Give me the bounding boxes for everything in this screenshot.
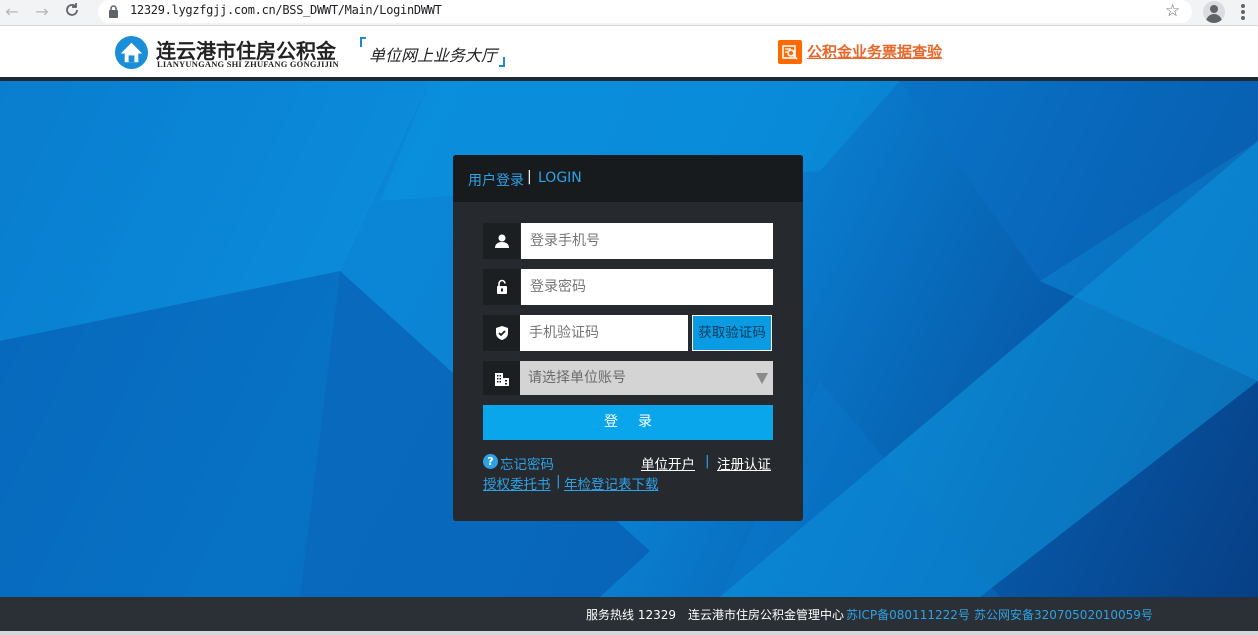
avatar-icon[interactable] bbox=[1203, 1, 1225, 23]
shield-check-icon bbox=[483, 315, 520, 351]
public-security-record-link[interactable]: 苏公网安备32070502010059号 bbox=[974, 606, 1153, 623]
building-icon bbox=[483, 361, 520, 395]
unit-select-value: 请选择单位账号 bbox=[528, 370, 626, 386]
center-name: 连云港市住房公积金管理中心 bbox=[688, 608, 845, 622]
password-input[interactable] bbox=[521, 269, 773, 305]
unlock-icon bbox=[483, 269, 520, 305]
links-separator: | bbox=[705, 453, 710, 469]
login-title-en: LOGIN bbox=[538, 170, 582, 186]
unit-account-select[interactable]: 请选择单位账号 bbox=[520, 361, 773, 395]
help-question-icon: ? bbox=[483, 454, 498, 469]
url-text[interactable]: 12329.lygzfgjj.com.cn/BSS_DWWT/Main/Logi… bbox=[130, 3, 442, 17]
site-footer: 服务热线 12329 连云港市住房公积金管理中心 苏ICP备080111222号… bbox=[0, 597, 1258, 631]
authorization-letter-link[interactable]: 授权委托书 bbox=[483, 473, 551, 493]
bracket-left-decoration bbox=[360, 37, 366, 47]
download-links-row: 授权委托书 | 年检登记表下载 bbox=[483, 472, 773, 493]
login-button-label: 登录 bbox=[604, 414, 672, 430]
bracket-right-decoration bbox=[499, 57, 505, 67]
browser-toolbar: ← → 12329.lygzfgjj.com.cn/BSS_DWWT/Main/… bbox=[0, 0, 1258, 26]
phone-input[interactable] bbox=[521, 223, 773, 259]
star-icon[interactable]: ☆ bbox=[1165, 1, 1180, 21]
lock-icon bbox=[109, 5, 118, 18]
open-account-link[interactable]: 单位开户 bbox=[641, 453, 695, 473]
annual-inspection-download-link[interactable]: 年检登记表下载 bbox=[564, 473, 659, 493]
forward-arrow-icon[interactable]: → bbox=[32, 2, 52, 22]
menu-dots-icon[interactable] bbox=[1236, 3, 1250, 21]
account-links-row: ? 忘记密码 单位开户 | 注册认证 bbox=[483, 452, 773, 473]
login-panel-header: 用户登录 | LOGIN bbox=[453, 155, 803, 202]
title-separator: | bbox=[527, 169, 532, 185]
forgot-password-link[interactable]: 忘记密码 bbox=[500, 453, 554, 473]
sms-code-field: 获取验证码 bbox=[483, 315, 773, 351]
bottom-strip bbox=[0, 631, 1258, 635]
address-bar[interactable]: 12329.lygzfgjj.com.cn/BSS_DWWT/Main/Logi… bbox=[98, 0, 1192, 23]
dropdown-arrow-icon bbox=[756, 373, 768, 384]
unit-account-field: 请选择单位账号 bbox=[483, 361, 773, 395]
back-arrow-icon[interactable]: ← bbox=[2, 2, 22, 22]
sms-code-input[interactable] bbox=[520, 315, 688, 351]
login-button[interactable]: 登录 bbox=[483, 405, 773, 440]
service-hotline: 服务热线 12329 bbox=[586, 608, 676, 622]
login-title: 用户登录 bbox=[468, 173, 524, 189]
receipt-check-icon[interactable] bbox=[778, 40, 802, 64]
user-icon bbox=[483, 223, 520, 259]
site-header: 连云港市住房公积金 LIANYUNGANG SHI ZHUFANG GONGJI… bbox=[0, 26, 1258, 81]
phone-field bbox=[483, 223, 773, 259]
download-links-separator: | bbox=[556, 473, 561, 489]
receipt-check-link[interactable]: 公积金业务票据查验 bbox=[807, 41, 942, 62]
login-panel: 用户登录 | LOGIN 获取验证码 请选择单位账号 登录 ? 忘记密码 bbox=[453, 155, 803, 521]
reload-icon[interactable] bbox=[62, 2, 82, 22]
house-logo-icon bbox=[114, 35, 149, 70]
password-field bbox=[483, 269, 773, 305]
hall-title: 单位网上业务大厅 bbox=[369, 46, 498, 65]
get-code-button[interactable]: 获取验证码 bbox=[692, 315, 772, 351]
logo-english-name: LIANYUNGANG SHI ZHUFANG GONGJIJIN bbox=[157, 59, 339, 69]
icp-record-link[interactable]: 苏ICP备080111222号 bbox=[846, 606, 970, 623]
register-link[interactable]: 注册认证 bbox=[717, 453, 771, 473]
